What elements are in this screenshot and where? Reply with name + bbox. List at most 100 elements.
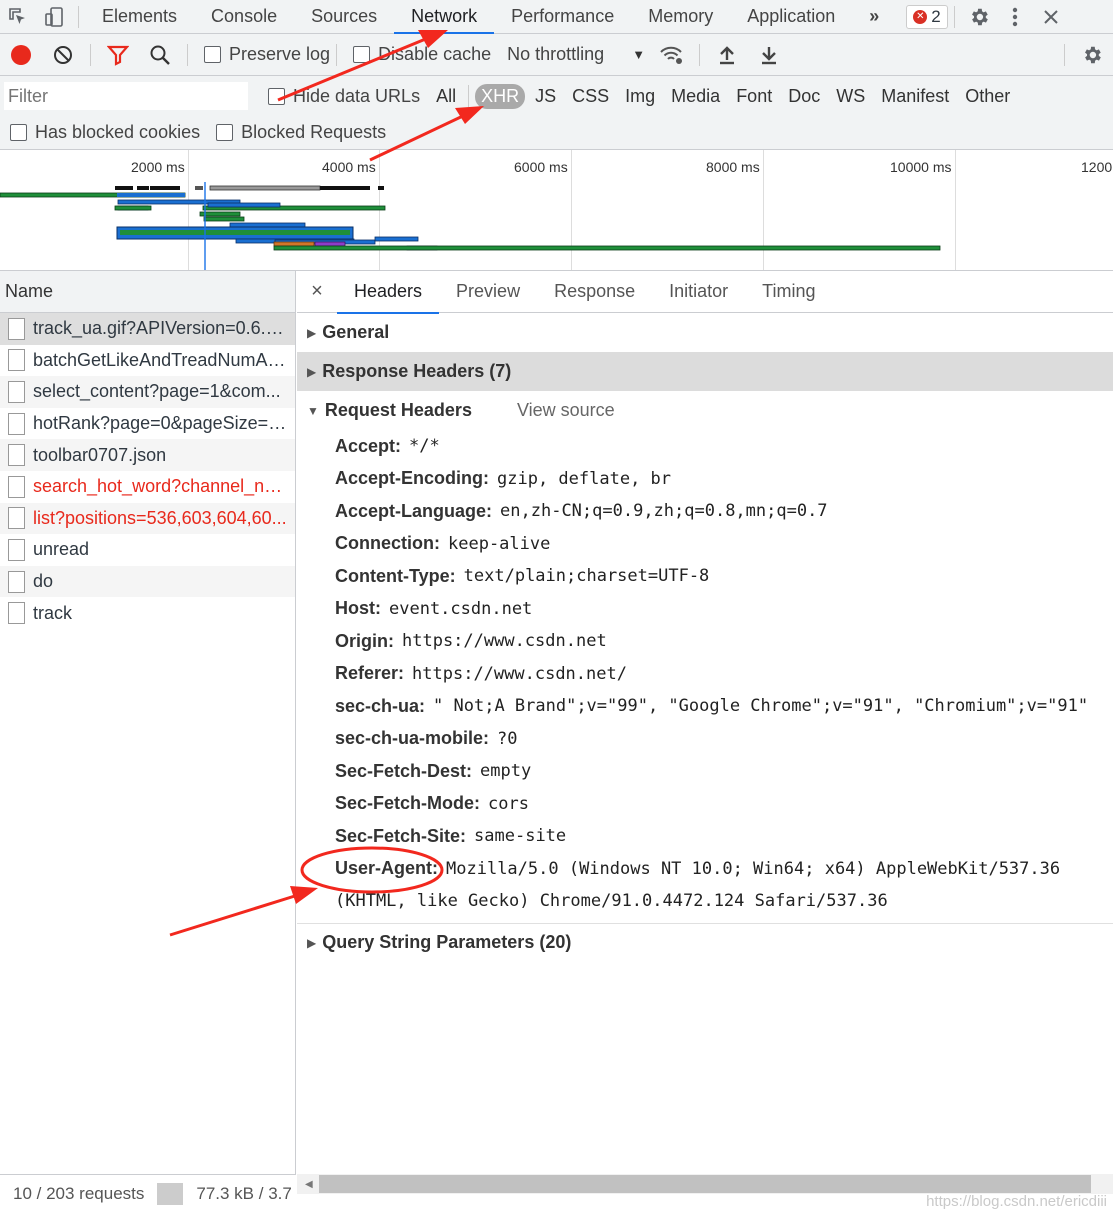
scroll-left-icon[interactable]: ◀ [305, 1179, 313, 1190]
close-detail-button[interactable]: × [297, 271, 337, 313]
transfer-size: 77.3 kB / 3.7 M [196, 1183, 296, 1203]
throttling-value: No throttling [507, 44, 605, 64]
network-conditions-button[interactable] [651, 34, 693, 76]
header-value: " Not;A Brand";v="99", "Google Chrome";v… [433, 696, 1089, 717]
request-row[interactable]: track_ua.gif?APIVersion=0.6.0... [0, 313, 295, 345]
header-key: Connection: [335, 533, 440, 554]
toolbar-divider [1064, 43, 1065, 66]
request-row[interactable]: toolbar0707.json [0, 439, 295, 471]
name-column-header[interactable]: Name [0, 271, 295, 313]
request-headers-section-header[interactable]: ▼ Request Headers View source [297, 391, 1113, 430]
blocked-requests-box[interactable] [216, 124, 234, 141]
header-value: Mozilla/5.0 (Windows NT 10.0; Win64; x64… [335, 858, 1061, 911]
header-value: gzip, deflate, br [497, 468, 672, 489]
type-filter-other[interactable]: Other [959, 84, 1016, 109]
type-filter-xhr[interactable]: XHR [475, 83, 526, 109]
horizontal-scrollbar[interactable]: ◀ [297, 1174, 1113, 1194]
filter-input[interactable] [4, 82, 248, 110]
header-key: Referer: [335, 663, 405, 684]
throttling-select[interactable]: No throttling ▼ [507, 44, 645, 65]
has-blocked-cookies-checkbox[interactable]: Has blocked cookies [10, 122, 200, 143]
import-har-button[interactable] [706, 34, 748, 76]
settings-gear-icon[interactable] [961, 0, 997, 34]
tab-initiator[interactable]: Initiator [652, 271, 745, 313]
request-row[interactable]: do [0, 565, 295, 598]
tab-sources[interactable]: Sources [294, 0, 394, 34]
general-section-header[interactable]: ▶ General [297, 313, 1113, 352]
query-params-section-header[interactable]: ▶ Query String Parameters (20) [297, 922, 1113, 962]
request-row[interactable]: select_content?page=1&com... [0, 376, 295, 408]
network-settings-button[interactable] [1071, 34, 1113, 76]
type-filter-ws[interactable]: WS [830, 84, 871, 109]
hide-data-urls-box[interactable] [268, 87, 285, 105]
request-name: hotRank?page=0&pageSize=20 [33, 413, 287, 434]
tab-response[interactable]: Response [537, 271, 652, 313]
disable-cache-checkbox[interactable]: Disable cache [353, 44, 491, 65]
toolbar-divider [336, 43, 338, 66]
search-icon [150, 45, 170, 65]
type-filter-img[interactable]: Img [619, 84, 661, 109]
request-row[interactable]: unread [0, 534, 295, 566]
record-icon [11, 44, 31, 65]
detail-tabs: × Headers Preview Response Initiator Tim… [297, 271, 1113, 314]
type-filter-css[interactable]: CSS [566, 84, 615, 109]
has-blocked-cookies-box[interactable] [10, 124, 27, 141]
wifi-settings-icon [660, 46, 683, 64]
preserve-log-checkbox[interactable]: Preserve log [204, 44, 330, 65]
network-overview-timeline[interactable]: 2000 ms 4000 ms 6000 ms 8000 ms 10000 ms… [0, 150, 1113, 271]
general-label: General [322, 322, 390, 342]
request-row[interactable]: batchGetLikeAndTreadNumAn... [0, 345, 295, 377]
type-filter-manifest[interactable]: Manifest [875, 84, 955, 109]
hide-data-urls-checkbox[interactable]: Hide data URLs [268, 86, 420, 107]
error-count-badge[interactable]: ✕ 2 [906, 4, 948, 29]
type-filter-doc[interactable]: Doc [782, 84, 826, 109]
blocked-requests-checkbox[interactable]: Blocked Requests [216, 122, 386, 143]
filter-toggle-button[interactable] [97, 34, 139, 76]
header-row-user-agent: User-Agent: Mozilla/5.0 (Windows NT 10.0;… [297, 853, 1113, 917]
filter-bar: Hide data URLs All XHR JS CSS Img Media … [0, 76, 1113, 116]
filter-funnel-icon [107, 45, 129, 66]
watermark: https://blog.csdn.net/ericdiii [926, 1193, 1107, 1210]
type-filter-all[interactable]: All [430, 84, 462, 109]
type-filter-media[interactable]: Media [665, 84, 726, 109]
view-source-link[interactable]: View source [517, 400, 615, 421]
clear-button[interactable] [42, 34, 84, 76]
tab-performance[interactable]: Performance [494, 0, 631, 34]
tab-timing[interactable]: Timing [745, 271, 832, 313]
kebab-menu-icon[interactable] [997, 0, 1033, 34]
tab-network[interactable]: Network [394, 0, 495, 35]
scrollbar-thumb[interactable] [319, 1175, 1091, 1193]
export-har-button[interactable] [748, 34, 790, 76]
response-headers-label: Response Headers (7) [322, 361, 512, 381]
close-devtools-icon[interactable] [1033, 0, 1069, 34]
tab-application[interactable]: Application [730, 0, 852, 34]
request-row[interactable]: list?positions=536,603,604,60... [0, 502, 295, 535]
header-row: Accept: */* [297, 430, 1113, 463]
request-name: do [33, 571, 54, 592]
request-name: list?positions=536,603,604,60... [33, 507, 287, 528]
header-value: keep-alive [448, 533, 551, 554]
tab-elements[interactable]: Elements [85, 0, 194, 34]
request-row[interactable]: hotRank?page=0&pageSize=20 [0, 408, 295, 440]
preserve-log-box[interactable] [204, 46, 221, 63]
disable-cache-box[interactable] [353, 46, 371, 63]
tab-preview[interactable]: Preview [439, 271, 537, 313]
header-value: ?0 [497, 728, 518, 749]
search-button[interactable] [139, 34, 181, 76]
request-name: batchGetLikeAndTreadNumAn... [33, 349, 287, 370]
more-tabs-button[interactable]: » [852, 0, 896, 34]
type-filter-font[interactable]: Font [730, 84, 778, 109]
request-count: 10 / 203 requests [13, 1183, 145, 1203]
tab-console[interactable]: Console [194, 0, 294, 34]
response-headers-section-header[interactable]: ▶ Response Headers (7) [297, 352, 1113, 391]
request-row[interactable]: search_hot_word?channel_na... [0, 471, 295, 503]
record-button[interactable] [0, 34, 42, 76]
type-filter-js[interactable]: JS [529, 84, 562, 109]
status-divider [157, 1182, 184, 1205]
tab-memory[interactable]: Memory [631, 0, 730, 34]
device-toolbar-icon[interactable] [36, 0, 72, 34]
inspect-element-icon[interactable] [0, 0, 36, 34]
tab-headers[interactable]: Headers [337, 271, 440, 314]
request-row[interactable]: track [0, 597, 295, 629]
toolbar-divider [699, 43, 701, 66]
